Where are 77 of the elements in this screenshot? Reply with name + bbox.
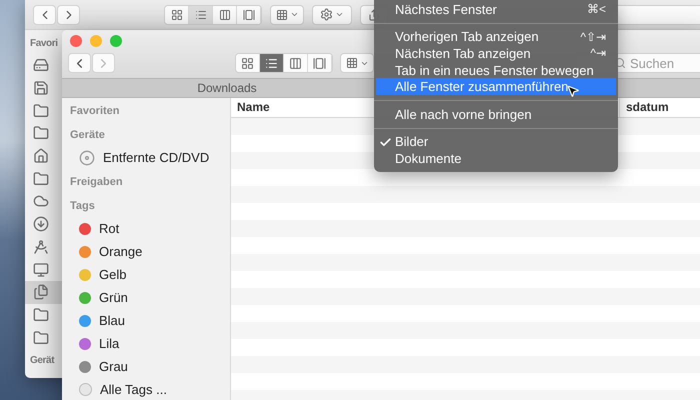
chevron-down-icon <box>335 10 344 19</box>
folder-icon <box>33 330 49 346</box>
folder-icon <box>33 125 49 142</box>
sidebar-label: Orange <box>99 244 142 259</box>
menu-item[interactable]: Nächstes Fenster ⌘< <box>376 1 616 18</box>
menu-item[interactable]: Nächsten Tab anzeigen ^⇥ <box>376 45 616 62</box>
sidebar-label: Alle Tags ... <box>100 382 167 397</box>
sidebar-heading: Favoriten <box>69 104 121 119</box>
menu-item[interactable]: Alle Fenster zusammenführen <box>376 78 616 95</box>
monitor-icon <box>33 262 49 278</box>
sidebar-item[interactable]: Grau <box>62 355 230 378</box>
shortcut-label: ⌘< <box>586 2 606 16</box>
menu-item[interactable]: Tab in ein neues Fenster bewegen <box>376 62 616 78</box>
menu-item[interactable]: Alle nach vorne bringen <box>376 106 616 123</box>
forward-button[interactable] <box>57 4 80 24</box>
shortcut-label: ^⇧⇥ <box>580 30 606 44</box>
gallery-view-icon <box>313 56 326 70</box>
folder-icon <box>33 102 49 119</box>
search-placeholder: Suchen <box>630 56 674 70</box>
sidebar-label: Lila <box>99 336 120 351</box>
sidebar-item[interactable]: Rot <box>62 217 230 240</box>
cloud-icon <box>33 193 49 210</box>
shortcut-label: ^⇥ <box>590 46 606 60</box>
list-view-icon <box>265 56 278 70</box>
mouse-pointer-icon <box>566 84 580 98</box>
folder-icon <box>33 306 49 323</box>
column-view-icon <box>289 56 302 70</box>
menu-item[interactable]: Dokumente <box>376 150 616 167</box>
house-icon <box>33 148 49 164</box>
check-icon <box>379 136 392 149</box>
sidebar-item[interactable]: Grün <box>62 286 230 309</box>
column-view-icon <box>218 8 230 20</box>
sidebar-label: Rot <box>99 221 120 236</box>
sidebar-item[interactable]: Orange <box>62 240 230 263</box>
icon-view-icon <box>241 56 254 70</box>
drafting-compass-icon <box>33 238 49 255</box>
gallery-view-icon <box>242 8 254 20</box>
view-mode-button[interactable] <box>189 6 213 24</box>
close-button[interactable] <box>70 35 82 47</box>
back-button[interactable] <box>33 4 56 24</box>
sidebar-heading: Favori <box>29 38 58 51</box>
arrange-button[interactable] <box>340 53 374 73</box>
column-heading[interactable]: sdatum <box>620 98 700 117</box>
arrange-button[interactable] <box>270 4 304 24</box>
sidebar-item[interactable]: Entfernte CD/DVD <box>62 146 230 169</box>
sidebar-label: Grau <box>99 359 128 374</box>
sidebar-item[interactable]: Gelb <box>62 263 230 286</box>
icon-view-icon <box>170 8 182 20</box>
sidebar-label: Blau <box>99 313 126 328</box>
sidebar-item[interactable]: Blau <box>62 309 230 332</box>
menu-item[interactable]: Bilder <box>376 134 616 150</box>
grid-icon <box>276 8 288 20</box>
tag-dot <box>79 383 92 396</box>
menu-item[interactable]: Vorherigen Tab anzeigen ^⇧⇥ <box>376 28 616 46</box>
sidebar-heading: Tags <box>69 199 96 214</box>
sidebar-label: Gelb <box>99 267 126 282</box>
folder-icon <box>33 170 49 187</box>
sidebar-item[interactable]: Alle Tags ... <box>62 378 230 400</box>
download-icon <box>33 216 49 232</box>
sidebar-item[interactable]: Lila <box>62 332 230 355</box>
sidebar-label: Grün <box>99 290 128 305</box>
documents-icon <box>33 284 49 300</box>
view-mode-button[interactable] <box>165 6 189 24</box>
sidebar-heading: Freigaben <box>69 175 124 190</box>
chevron-down-icon <box>290 10 298 19</box>
sidebar-label: Entfernte CD/DVD <box>103 150 210 165</box>
hard-drive-icon <box>33 57 49 74</box>
action-button[interactable] <box>312 4 352 24</box>
grid-icon <box>346 57 358 69</box>
settings-icon <box>320 8 333 21</box>
sidebar-heading: Geräte <box>69 128 106 143</box>
back-button[interactable] <box>68 53 91 73</box>
sidebar-heading: Gerät <box>29 354 54 368</box>
view-mode-button[interactable] <box>236 54 260 72</box>
disc-icon <box>79 150 95 166</box>
view-mode-button[interactable] <box>260 54 284 72</box>
sidebar-item[interactable] <box>25 280 62 304</box>
